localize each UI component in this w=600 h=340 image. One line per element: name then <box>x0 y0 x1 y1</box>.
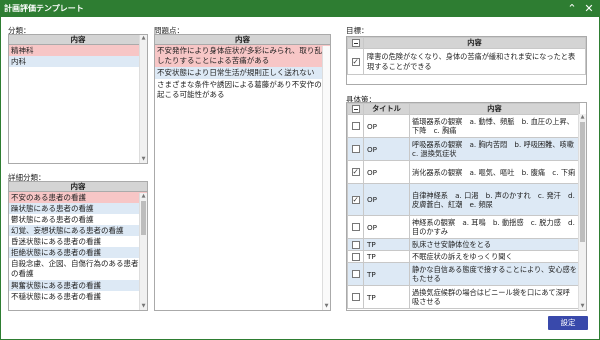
window-title: 計画評価テンプレート <box>4 4 84 13</box>
gutaisaku-title: TP <box>363 250 410 263</box>
shousai-item[interactable]: 昏迷状態にある患者の看護 <box>9 236 147 247</box>
mokuhyo-header: 内容 <box>363 37 586 49</box>
gutaisaku-title: TP <box>363 238 410 251</box>
shousai-item[interactable]: 躁状態にある患者の看護 <box>9 203 147 214</box>
gutaisaku-checkbox[interactable] <box>351 145 360 153</box>
scroll-down-icon[interactable]: ▼ <box>140 156 147 163</box>
gutaisaku-checkbox[interactable] <box>351 293 360 301</box>
gutaisaku-content[interactable]: 不眠症状の訴えをゆっくり聞く <box>409 250 580 263</box>
gutaisaku-checkbox[interactable] <box>351 252 360 261</box>
mondai-item[interactable]: さまざまな条件や誘因による葛藤があり不安作の起こる可能性がある <box>155 79 330 101</box>
bunrui-item[interactable]: 精神科 <box>9 45 147 56</box>
gutaisaku-checkbox[interactable] <box>351 223 360 231</box>
mokuhyo-checkbox[interactable] <box>351 57 360 66</box>
scroll-up-icon[interactable]: ▲ <box>140 35 147 42</box>
shousai-item[interactable]: 幻覚、妄想状態にある患者の看護 <box>9 225 147 236</box>
gutaisaku-checkbox[interactable] <box>351 195 360 204</box>
bunrui-header: 内容 <box>9 35 147 45</box>
collapse-icon[interactable]: ⌃ <box>564 1 580 17</box>
gutaisaku-content[interactable]: 静かな自信ある態度で接することにより、安心感をもたせる <box>409 262 580 286</box>
title-bar: 計画評価テンプレート <box>1 1 599 17</box>
mondai-item[interactable]: 不安状態により日常生活が規則正しく送れない <box>155 67 330 79</box>
close-icon[interactable]: ✕ <box>581 1 597 17</box>
shousai-item[interactable]: 自殺念慮、企図、自傷行為のある患者の看護 <box>9 258 147 280</box>
scroll-down-icon[interactable]: ▼ <box>579 303 586 310</box>
mondai-list: 内容 不安発作により身体症状が多彩にみられ、取り乱したりすることによる苦痛がある… <box>154 34 331 311</box>
gutaisaku-content[interactable]: 過換気症候群の場合はビニール袋を口にあて深呼吸させる <box>409 285 580 309</box>
gutaisaku-col-title: タイトル <box>363 103 410 115</box>
scroll-down-icon[interactable]: ▼ <box>140 303 147 310</box>
shousai-item[interactable]: 不安のある患者の看護 <box>9 192 147 203</box>
gutaisaku-scrollbar[interactable]: ▲ ▼ <box>578 114 586 310</box>
gutaisaku-title: OP <box>363 114 410 138</box>
gutaisaku-checkbox[interactable] <box>351 122 360 130</box>
gutaisaku-col-content: 内容 <box>409 103 580 115</box>
gutaisaku-checkbox[interactable] <box>351 270 360 278</box>
gutaisaku-content[interactable]: 自律神経系 a. 口渇 b. 声のかすれ c. 発汗 d. 皮膚蒼白、紅潮 e.… <box>409 183 580 216</box>
shousai-scrollbar[interactable]: ▲ ▼ <box>139 193 147 310</box>
gutaisaku-title: OP <box>363 137 410 161</box>
shousai-list: 内容 不安のある患者の看護 躁状態にある患者の看護 鬱状態にある患者の看護 幻覚… <box>8 181 148 311</box>
scroll-thumb[interactable] <box>141 201 146 235</box>
gutaisaku-content[interactable]: 神経系の観察 a. 耳鳴 b. 動揺感 c. 脱力感 d. 目のかすみ <box>409 215 580 239</box>
bunrui-item[interactable]: 内科 <box>9 56 147 67</box>
shousai-item[interactable]: 興奮状態にある患者の看護 <box>9 280 147 291</box>
gutaisaku-content[interactable]: 循環器系の観察 a. 動悸、頻脈 b. 血圧の上昇、下降 c. 胸痛 <box>409 114 580 138</box>
checkbox-mixed-icon[interactable] <box>351 105 360 113</box>
mokuhyo-table: 内容 障害の危険がなくなり、身体の苦痛が緩和されま安になったと表現することができ… <box>346 36 587 85</box>
settei-button[interactable]: 設定 <box>548 316 588 330</box>
template-dialog: 計画評価テンプレート ⌃ ✕ 分類： 内容 精神科 内科 ▲ ▼ 詳細分類： 内… <box>0 0 600 340</box>
gutaisaku-table: タイトル 内容 OP 循環器系の観察 a. 動悸、頻脈 b. 血圧の上昇、下降 c… <box>346 102 587 311</box>
gutaisaku-title: TP <box>363 285 410 309</box>
gutaisaku-content[interactable]: 消化器系の観察 a. 嘔気、嘔吐 b. 腹痛 c. 下痢 <box>409 160 580 184</box>
gutaisaku-content[interactable]: 臥床させ安静体位をとる <box>409 238 580 251</box>
mokuhyo-label: 目標： <box>346 26 369 35</box>
scroll-up-icon[interactable]: ▲ <box>579 114 586 121</box>
gutaisaku-title: OP <box>363 160 410 184</box>
gutaisaku-select-all[interactable] <box>347 103 364 115</box>
scroll-down-icon[interactable]: ▼ <box>323 303 330 310</box>
scroll-thumb[interactable] <box>580 122 585 242</box>
gutaisaku-checkbox[interactable] <box>351 240 360 249</box>
shousai-item[interactable]: 鬱状態にある患者の看護 <box>9 214 147 225</box>
mondai-header: 内容 <box>155 35 330 45</box>
shousai-item[interactable]: 不穏状態にある患者の看護 <box>9 291 147 302</box>
mokuhyo-item[interactable]: 障害の危険がなくなり、身体の苦痛が緩和されま安になったと表現することができる <box>363 48 586 75</box>
mondai-scrollbar[interactable]: ▼ <box>322 46 330 310</box>
checkbox-mixed-icon[interactable] <box>351 39 360 47</box>
gutaisaku-content[interactable]: 呼吸器系の観察 a. 胸内苦悶 b. 呼吸困難、咳嗽 c. 過換気症状 <box>409 137 581 161</box>
gutaisaku-title: OP <box>363 183 410 216</box>
bunrui-list: 内容 精神科 内科 ▲ ▼ <box>8 34 148 164</box>
mondai-item[interactable]: 不安発作により身体症状が多彩にみられ、取り乱したりすることによる苦痛がある <box>155 45 330 67</box>
mokuhyo-select-all[interactable] <box>347 37 364 49</box>
shousai-item[interactable]: 拒絶状態にある患者の看護 <box>9 247 147 258</box>
bunrui-scrollbar[interactable]: ▲ ▼ <box>139 35 147 163</box>
shousai-header: 内容 <box>9 182 147 192</box>
scroll-up-icon[interactable]: ▲ <box>140 193 147 200</box>
gutaisaku-title: TP <box>363 262 410 286</box>
gutaisaku-title: OP <box>363 215 410 239</box>
gutaisaku-checkbox[interactable] <box>351 167 360 176</box>
